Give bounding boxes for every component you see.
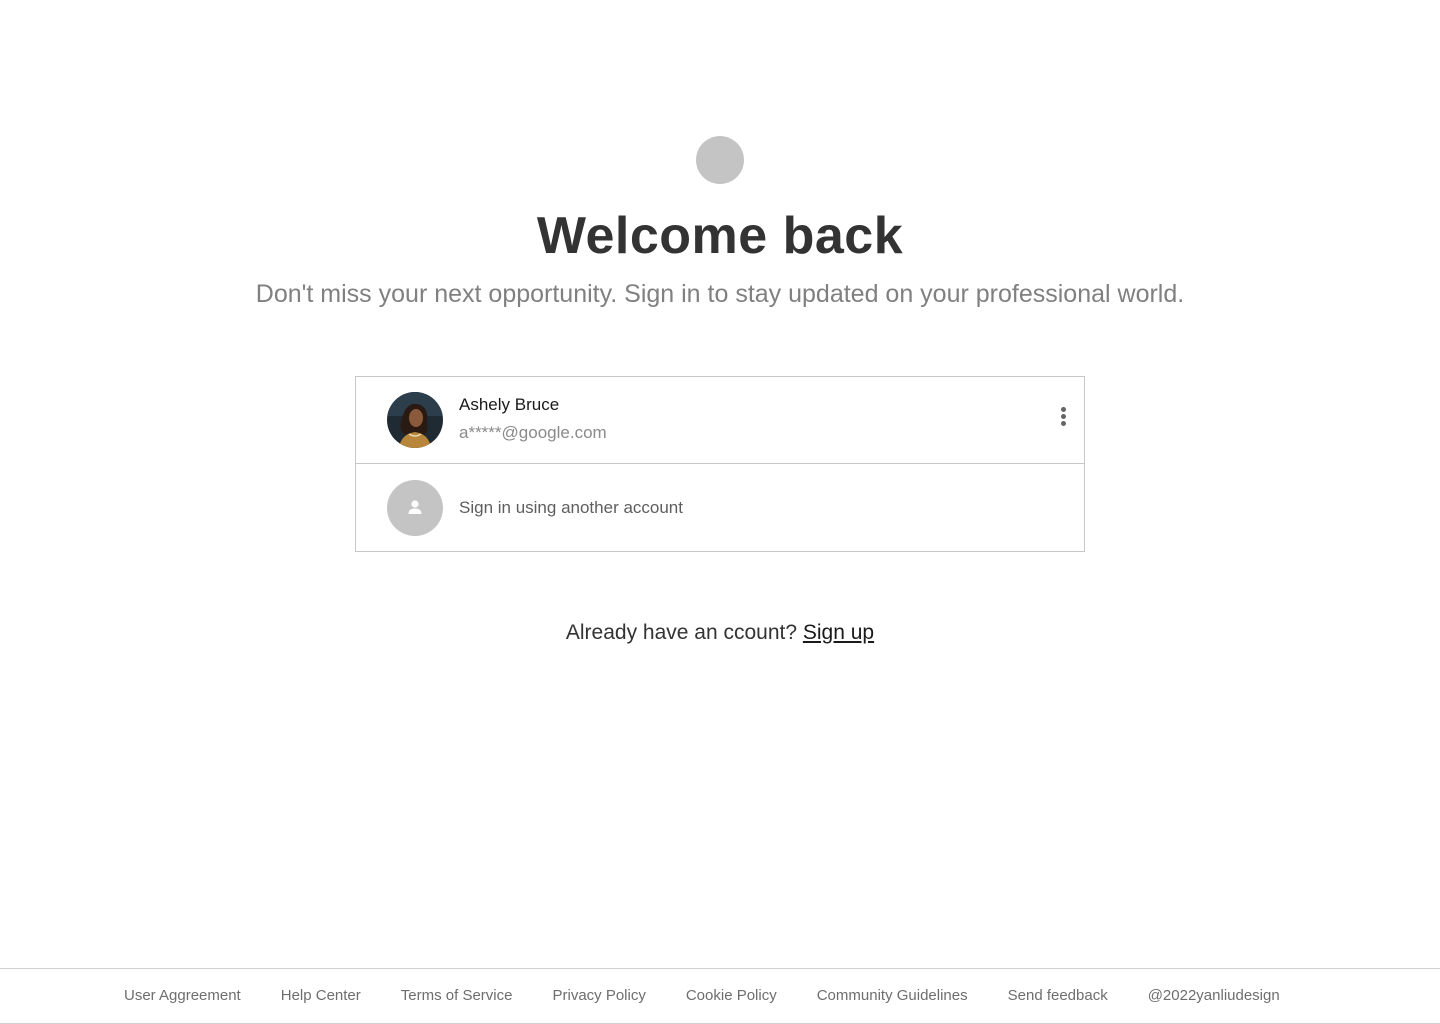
footer-link-privacy-policy[interactable]: Privacy Policy xyxy=(552,986,645,1006)
generic-avatar xyxy=(387,480,443,536)
signup-prompt: Already have an ccount? xyxy=(565,621,798,644)
menu-dot xyxy=(1061,421,1066,426)
footer-links: User Aggreement Help Center Terms of Ser… xyxy=(124,986,1280,1006)
sign-in-page: Welcome back Don't miss your next opport… xyxy=(0,0,1440,1024)
footer-link-user-agreement[interactable]: User Aggreement xyxy=(124,986,241,1006)
footer-link-help-center[interactable]: Help Center xyxy=(281,986,361,1006)
page-subtitle: Don't miss your next opportunity. Sign i… xyxy=(255,280,1185,308)
footer-link-terms-of-service[interactable]: Terms of Service xyxy=(401,986,513,1006)
person-icon xyxy=(408,500,422,514)
another-account-label: Sign in using another account xyxy=(459,498,683,517)
account-chooser: Ashely Bruce a*****@google.com Sign in u… xyxy=(355,376,1085,552)
user-photo-icon xyxy=(387,392,443,448)
more-vertical-icon[interactable] xyxy=(1054,405,1074,429)
footer-link-cookie-policy[interactable]: Cookie Policy xyxy=(686,986,777,1006)
saved-account-item[interactable]: Ashely Bruce a*****@google.com xyxy=(356,377,1084,464)
menu-dot xyxy=(1061,414,1066,419)
sign-up-link[interactable]: Sign up xyxy=(803,621,874,644)
menu-dot xyxy=(1061,407,1066,412)
account-name: Ashely Bruce xyxy=(459,395,560,414)
footer-link-copyright[interactable]: @2022yanliudesign xyxy=(1148,986,1280,1006)
another-account-item[interactable]: Sign in using another account xyxy=(356,465,1084,552)
user-avatar xyxy=(387,392,443,448)
footer-link-community-guidelines[interactable]: Community Guidelines xyxy=(817,986,968,1006)
page-title: Welcome back xyxy=(536,207,904,265)
app-logo-icon xyxy=(696,136,744,184)
account-email: a*****@google.com xyxy=(459,423,607,442)
footer: User Aggreement Help Center Terms of Ser… xyxy=(0,968,1440,1024)
footer-link-send-feedback[interactable]: Send feedback xyxy=(1008,986,1108,1006)
signup-prompt-line: Already have an ccount? Sign up xyxy=(0,618,1440,648)
